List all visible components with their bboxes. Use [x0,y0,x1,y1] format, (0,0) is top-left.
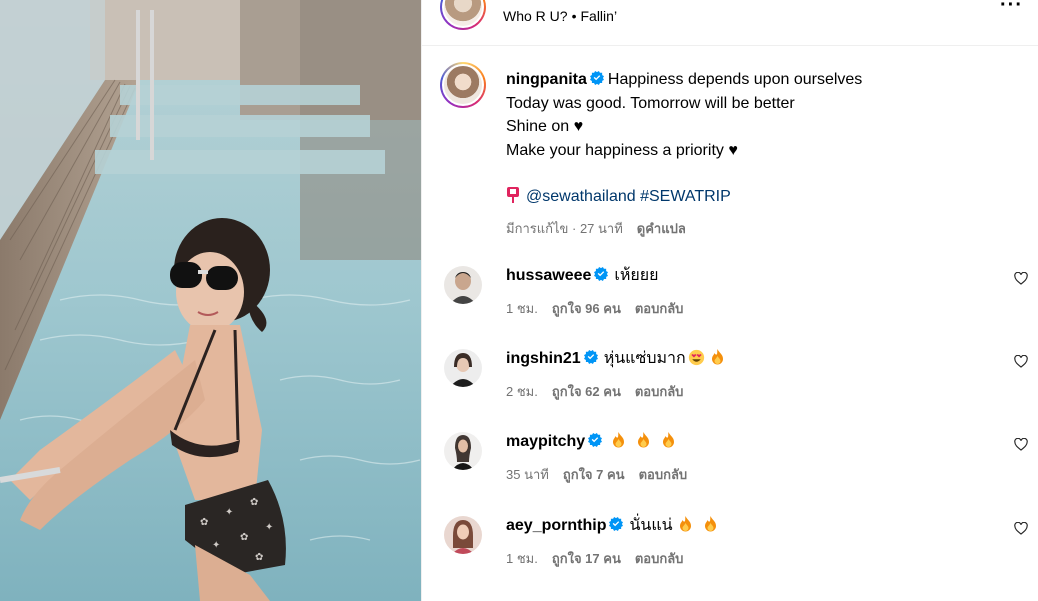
hashtag-link[interactable]: #SEWATRIP [640,188,731,205]
comment-text: เห้ยยย [614,267,659,284]
comment-time: 1 ชม. [506,301,538,316]
like-heart-icon[interactable] [1014,355,1028,368]
reply-button[interactable]: ตอบกลับ [635,551,684,566]
mention-link[interactable]: @sewathailand [526,188,636,205]
fire-emoji-icon [704,516,716,532]
comment-body: hussaweee เห้ยยย 1 ชม. ถูกใจ 96 คน ตอบกลับ [506,266,986,319]
svg-text:✿: ✿ [240,532,248,543]
fire-emoji-icon [638,432,650,448]
commenter-avatar[interactable] [444,266,482,304]
audio-artist: Who R U? [503,8,568,24]
comment-item: aey_pornthip นั่นแน่ 1 ชม. ถูกใจ 17 คน ตอบก… [440,516,1030,586]
audio-separator: • [571,8,577,24]
comment-item: hussaweee เห้ยยย 1 ชม. ถูกใจ 96 คน ตอบกลับ [440,266,1030,336]
comment-item: ingshin21 หุ่นแซ่บมาก 2 ชม. ถูกใจ 62 คน ตอบ… [440,349,1030,419]
pushpin-icon [507,187,519,203]
edited-timestamp: มีการแก้ไข · 27 นาที [506,220,623,236]
comment-username[interactable]: maypitchy [506,433,585,450]
comment-likes[interactable]: ถูกใจ 17 คน [552,551,621,566]
comment-username[interactable]: hussaweee [506,267,591,284]
fire-emoji-icon [613,432,625,448]
post-side-panel: Who R U? • Fallin’ ··· ningpanita Happiness… [421,0,1038,601]
verified-badge-icon [594,267,609,281]
svg-text:✦: ✦ [212,540,220,551]
caption-meta: มีการแก้ไข · 27 นาที ดูคำแปล [506,217,1026,241]
heart-eyes-emoji-icon [688,349,704,366]
fire-emoji-icon [711,349,723,365]
comment-time: 2 ชม. [506,384,538,399]
fire-emoji-icon [679,516,691,532]
caption-line: Shine on ♥ [506,118,584,135]
fire-emoji-icon [663,432,675,448]
svg-text:✦: ✦ [265,522,273,533]
caption-line: Happiness depends upon ourselves [607,71,863,88]
comment-text: หุ่นแซ่บมาก [603,350,686,367]
comment-username[interactable]: ingshin21 [506,350,581,367]
comment-item: maypitchy 35 นาที ถูกใจ 7 คน ตอบกลับ [440,432,1030,502]
caption-line: Make your happiness a priority ♥ [506,141,738,159]
svg-text:✿: ✿ [255,552,263,563]
comment-body: ingshin21 หุ่นแซ่บมาก 2 ชม. ถูกใจ 62 คน ตอบ… [506,349,986,402]
verified-badge-icon [583,350,598,364]
more-icon[interactable]: ··· [1000,0,1023,17]
caption-line: Today was good. Tomorrow will be better [506,94,795,112]
commenter-avatar[interactable] [444,349,482,387]
caption-author-avatar[interactable] [440,62,486,108]
audio-track: Fallin’ [580,8,618,24]
comment-likes[interactable]: ถูกใจ 7 คน [563,467,625,482]
caption-body: ningpanita Happiness depends upon ourselv… [506,68,1026,240]
audio-label[interactable]: Who R U? • Fallin’ [503,8,617,24]
comment-time: 35 นาที [506,467,549,482]
caption-username[interactable]: ningpanita [506,71,587,88]
verified-badge-icon [588,433,603,447]
reply-button[interactable]: ตอบกลับ [635,384,684,399]
comment-likes[interactable]: ถูกใจ 62 คน [552,384,621,399]
author-avatar[interactable] [440,0,486,30]
post-header: Who R U? • Fallin’ ··· [422,0,1038,46]
reply-button[interactable]: ตอบกลับ [639,467,688,482]
see-translation-button[interactable]: ดูคำแปล [637,221,686,236]
comment-time: 1 ชม. [506,551,538,566]
comment-text: นั่นแน่ [629,517,673,534]
like-heart-icon[interactable] [1014,522,1028,535]
post-media[interactable]: ✿ ✦ ✿ ✦ ✿ ✦ ✿ [0,0,421,601]
verified-badge-icon [589,71,604,85]
comment-body: maypitchy 35 นาที ถูกใจ 7 คน ตอบกลับ [506,432,986,485]
like-heart-icon[interactable] [1014,438,1028,451]
verified-badge-icon [609,517,624,531]
svg-text:✿: ✿ [250,497,258,508]
commenter-avatar[interactable] [444,432,482,470]
comment-body: aey_pornthip นั่นแน่ 1 ชม. ถูกใจ 17 คน ตอบก… [506,516,986,569]
commenter-avatar[interactable] [444,516,482,554]
comment-likes[interactable]: ถูกใจ 96 คน [552,301,621,316]
video-frame: ✿ ✦ ✿ ✦ ✿ ✦ ✿ [0,0,421,601]
svg-text:✿: ✿ [200,517,208,528]
svg-text:✦: ✦ [225,507,233,518]
reply-button[interactable]: ตอบกลับ [635,301,684,316]
like-heart-icon[interactable] [1014,272,1028,285]
comment-username[interactable]: aey_pornthip [506,517,606,534]
caption-tags: @sewathailand #SEWATRIP [506,185,1026,209]
